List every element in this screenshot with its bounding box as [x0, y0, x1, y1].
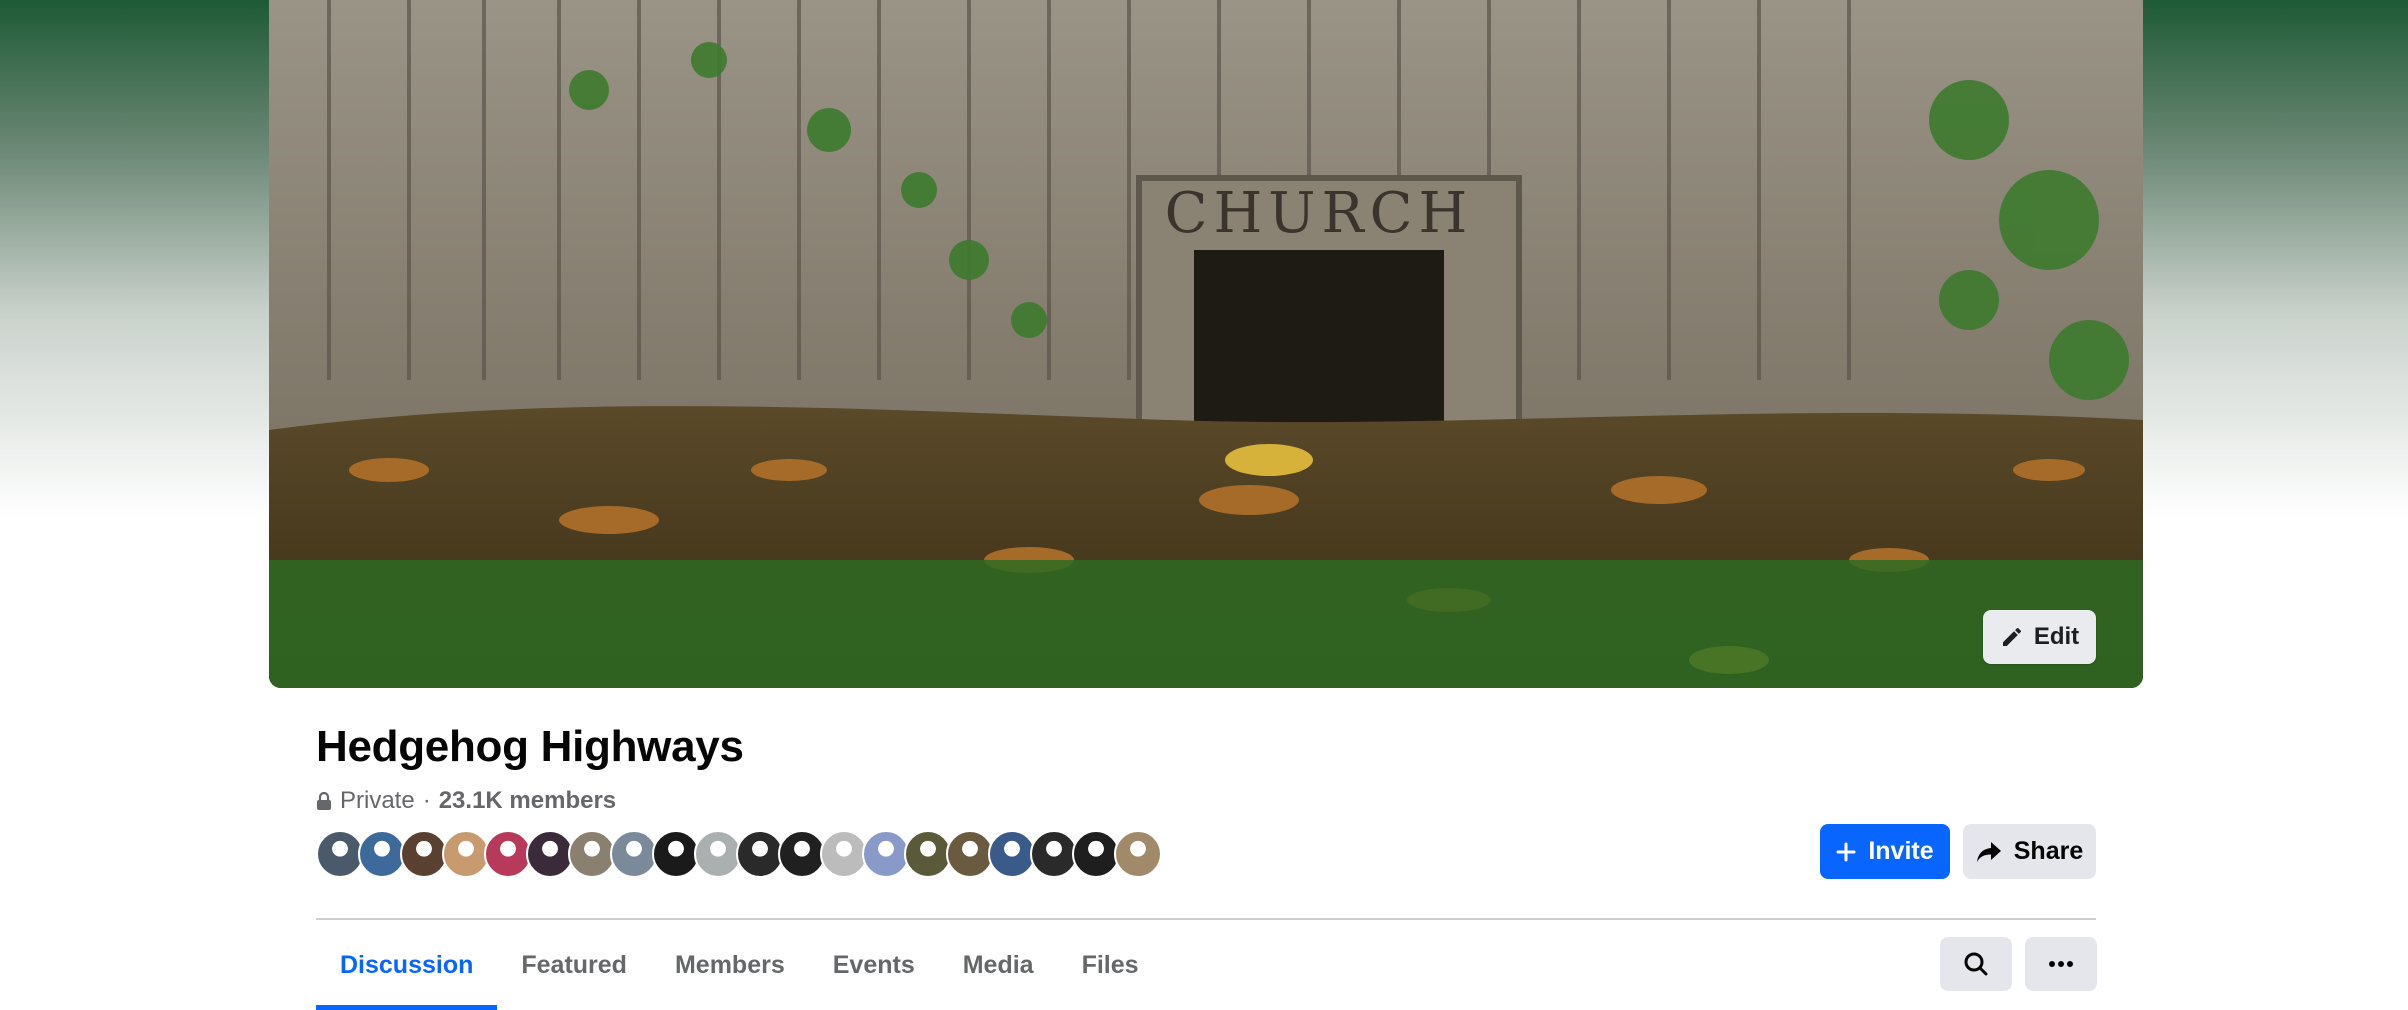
- tab-members[interactable]: Members: [651, 920, 809, 1010]
- edit-cover-button[interactable]: Edit: [1983, 610, 2096, 664]
- member-avatar[interactable]: [316, 830, 364, 878]
- member-avatar[interactable]: [1114, 830, 1162, 878]
- share-label: Share: [2013, 837, 2084, 865]
- member-avatar[interactable]: [1030, 830, 1078, 878]
- tab-events[interactable]: Events: [809, 920, 939, 1010]
- member-avatar[interactable]: [988, 830, 1036, 878]
- member-avatar[interactable]: [904, 830, 952, 878]
- lock-icon: [317, 792, 331, 810]
- pencil-icon: [2002, 628, 2021, 646]
- share-button[interactable]: Share: [1963, 824, 2096, 879]
- tab-files[interactable]: Files: [1058, 920, 1163, 1010]
- cover-sign-text: CHURCH: [1165, 181, 1474, 246]
- member-avatar[interactable]: [778, 830, 826, 878]
- group-meta: Private · 23.1K members: [316, 787, 616, 815]
- member-avatar[interactable]: [568, 830, 616, 878]
- member-avatar[interactable]: [610, 830, 658, 878]
- group-title[interactable]: Hedgehog Highways: [316, 722, 744, 772]
- member-avatar[interactable]: [442, 830, 490, 878]
- member-avatar[interactable]: [652, 830, 700, 878]
- search-icon: [1964, 952, 1988, 976]
- invite-label: Invite: [1868, 837, 1934, 865]
- search-button[interactable]: [1940, 937, 2012, 991]
- member-avatar[interactable]: [946, 830, 994, 878]
- tab-media[interactable]: Media: [939, 920, 1058, 1010]
- cover-photo[interactable]: CHURCH: [269, 0, 2143, 688]
- edit-label: Edit: [2033, 623, 2080, 650]
- plus-icon: [1836, 842, 1856, 861]
- share-arrow-icon: [1976, 841, 2001, 862]
- member-avatar[interactable]: [400, 830, 448, 878]
- invite-button[interactable]: Invite: [1820, 824, 1950, 879]
- member-avatars[interactable]: [316, 830, 1162, 878]
- member-avatar[interactable]: [358, 830, 406, 878]
- member-avatar[interactable]: [694, 830, 742, 878]
- member-count[interactable]: 23.1K members: [439, 787, 616, 815]
- member-avatar[interactable]: [1072, 830, 1120, 878]
- meta-separator: ·: [422, 787, 431, 814]
- cover-image: CHURCH: [269, 0, 2143, 688]
- member-avatar[interactable]: [862, 830, 910, 878]
- member-avatar[interactable]: [820, 830, 868, 878]
- member-avatar[interactable]: [526, 830, 574, 878]
- member-avatar[interactable]: [736, 830, 784, 878]
- tab-featured[interactable]: Featured: [497, 920, 651, 1010]
- group-tabs: Discussion Featured Members Events Media File…: [316, 920, 1163, 1010]
- member-avatar[interactable]: [484, 830, 532, 878]
- privacy-label: Private: [340, 787, 415, 814]
- more-dots-icon: [2049, 961, 2073, 967]
- tab-discussion[interactable]: Discussion: [316, 920, 498, 1010]
- more-options-button[interactable]: [2025, 937, 2097, 991]
